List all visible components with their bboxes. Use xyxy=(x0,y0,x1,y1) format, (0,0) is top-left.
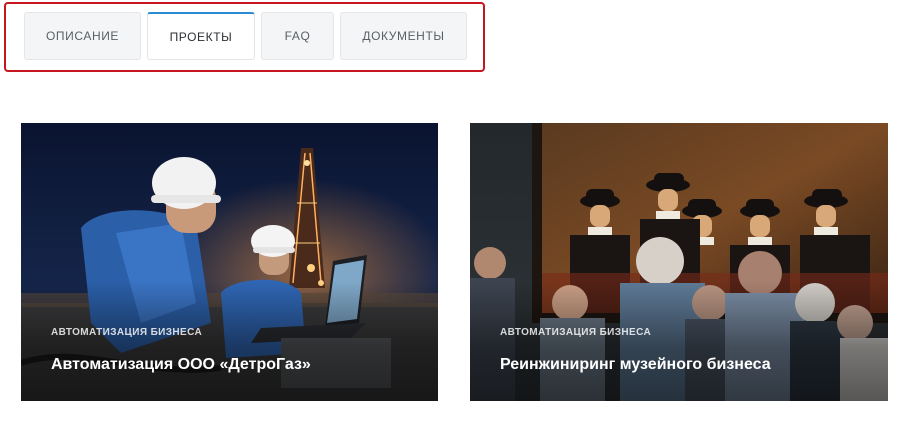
card-overlay-gradient xyxy=(470,281,888,401)
card-title[interactable]: Реинжиниринг музейного бизнеса xyxy=(500,356,771,374)
card-category: АВТОМАТИЗАЦИЯ БИЗНЕСА xyxy=(500,327,652,338)
project-card-museum[interactable]: АВТОМАТИЗАЦИЯ БИЗНЕСА Реинжиниринг музей… xyxy=(470,123,888,401)
card-title[interactable]: Автоматизация ООО «ДетроГаз» xyxy=(51,356,311,374)
project-card-detrogaz[interactable]: АВТОМАТИЗАЦИЯ БИЗНЕСА Автоматизация ООО … xyxy=(21,123,438,401)
card-category: АВТОМАТИЗАЦИЯ БИЗНЕСА xyxy=(51,327,203,338)
tab-projects[interactable]: ПРОЕКТЫ xyxy=(147,12,255,60)
card-overlay-gradient xyxy=(21,281,438,401)
tab-description[interactable]: ОПИСАНИЕ xyxy=(24,12,141,60)
tab-documents[interactable]: ДОКУМЕНТЫ xyxy=(340,12,467,60)
tab-faq[interactable]: FAQ xyxy=(261,12,334,60)
